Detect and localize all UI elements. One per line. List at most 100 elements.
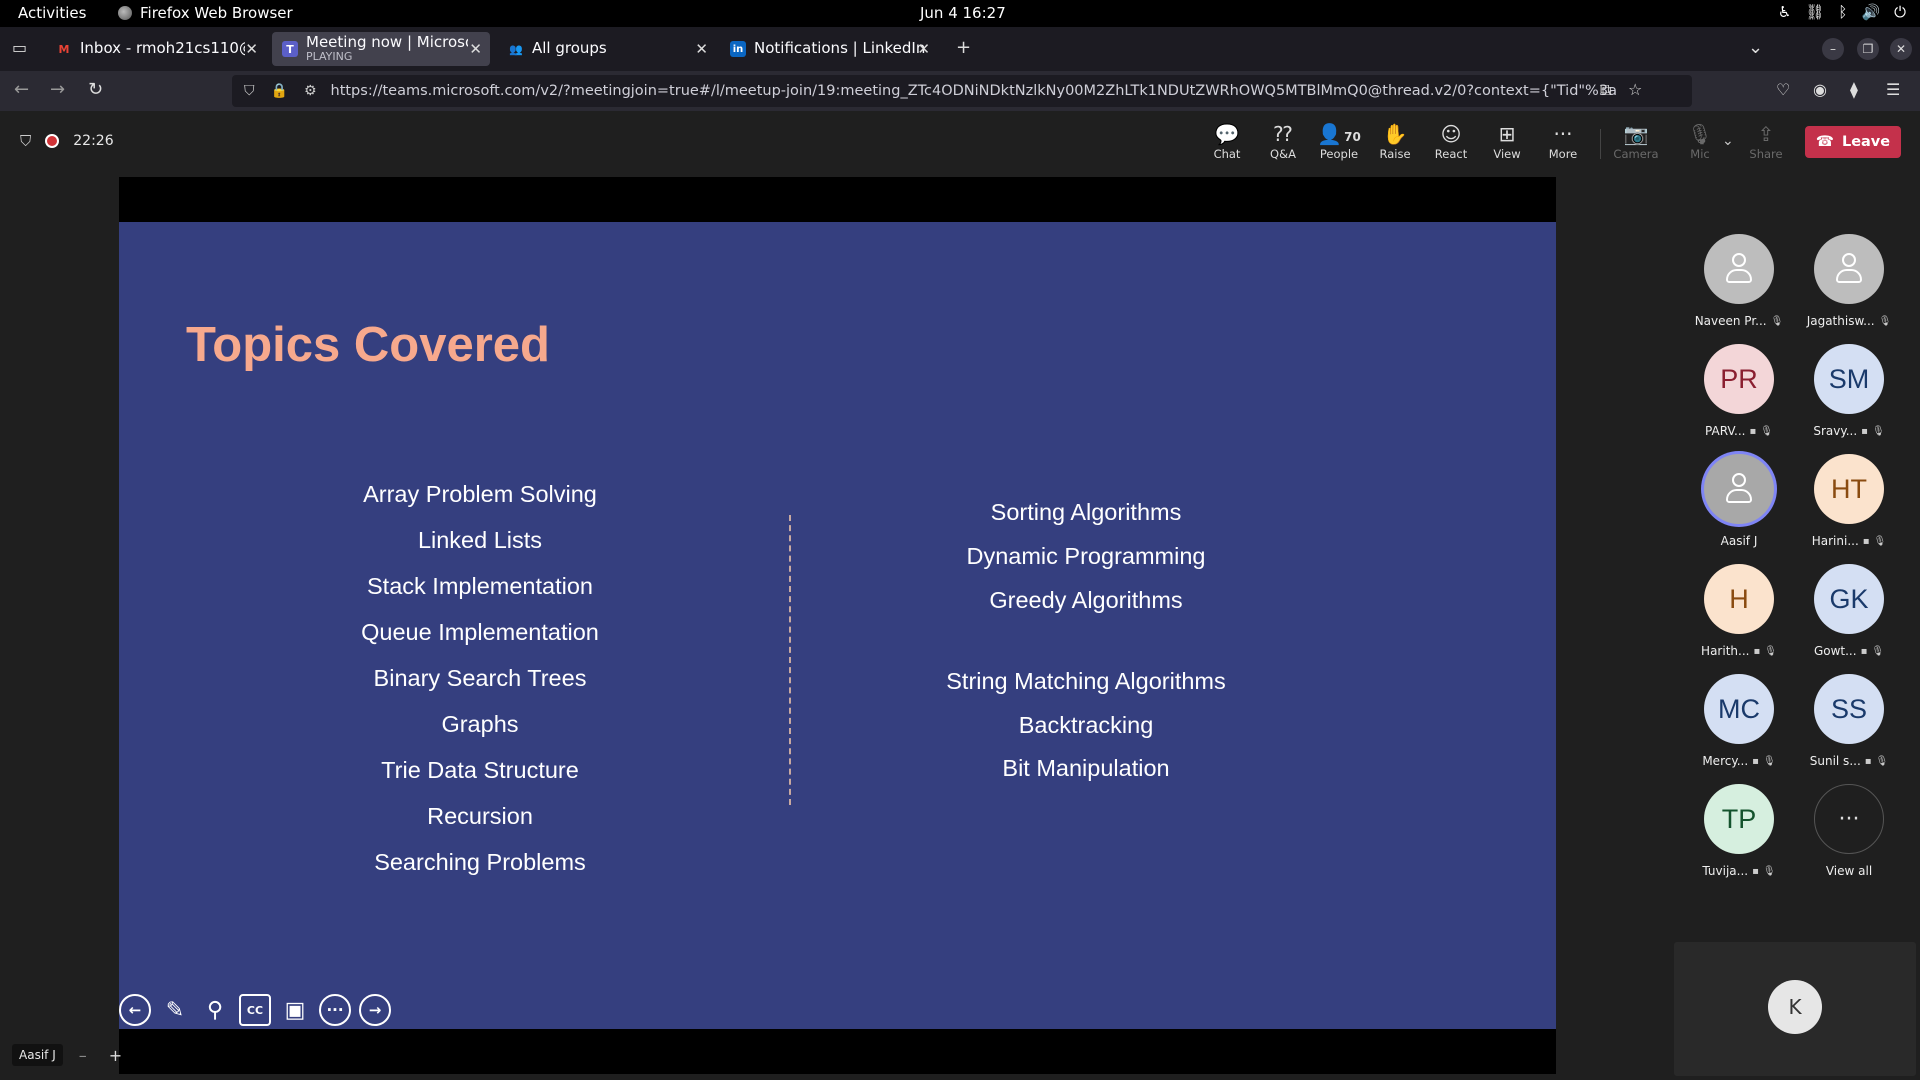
minimize-window-button[interactable]: – bbox=[1822, 38, 1844, 60]
mic-muted-icon: 🎙 bbox=[1878, 315, 1892, 327]
mic-options-chevron-icon[interactable]: ⌄ bbox=[1722, 133, 1734, 149]
accessibility-icon[interactable]: ♿ bbox=[1778, 3, 1791, 21]
mic-muted-icon: 🎙 bbox=[1871, 425, 1885, 437]
url-bar[interactable]: ⛉ 🔒 ⚙ https://teams.microsoft.com/v2/?me… bbox=[232, 75, 1692, 107]
react-button[interactable]: ☺ React bbox=[1425, 121, 1477, 161]
camera-off-icon: ▪ bbox=[1752, 755, 1759, 767]
participant-tile[interactable]: H Harith... ▪ 🎙 bbox=[1689, 564, 1789, 658]
app-menu-icon[interactable]: ☰ bbox=[1886, 80, 1900, 99]
people-button[interactable]: 👤 70 People bbox=[1313, 121, 1365, 161]
person-icon bbox=[1834, 251, 1864, 287]
participant-tile[interactable]: Naveen Pr... 🎙 bbox=[1689, 234, 1789, 328]
bookmark-star-icon[interactable]: ☆ bbox=[1628, 80, 1642, 99]
avatar: SM bbox=[1814, 344, 1884, 414]
participant-name: Harith... bbox=[1701, 644, 1750, 658]
participant-tile[interactable]: TP Tuvija... ▪ 🎙 bbox=[1689, 784, 1789, 878]
topic-item: Dynamic Programming bbox=[966, 543, 1206, 569]
system-tray[interactable]: ♿ ⛓ ᛒ 🔊 ⏻ bbox=[1778, 3, 1906, 21]
more-button[interactable]: ··· More bbox=[1537, 121, 1589, 161]
picture-in-picture-icon[interactable]: ⧉ bbox=[1600, 80, 1611, 100]
view-all-button[interactable]: ··· View all bbox=[1799, 784, 1899, 878]
restore-window-button[interactable]: ❐ bbox=[1857, 38, 1879, 60]
chat-button[interactable]: 💬 Chat bbox=[1201, 121, 1253, 161]
avatar: GK bbox=[1814, 564, 1884, 634]
power-icon[interactable]: ⏻ bbox=[1894, 3, 1906, 21]
reload-icon[interactable]: ↻ bbox=[88, 79, 103, 100]
share-button[interactable]: ⇪ Share bbox=[1740, 121, 1792, 161]
participant-tile[interactable]: PR PARV... ▪ 🎙 bbox=[1689, 344, 1789, 438]
presentation-slide: Topics Covered Array Problem Solving Lin… bbox=[119, 222, 1556, 1029]
close-tab-icon[interactable]: ✕ bbox=[695, 40, 708, 58]
presenter-bar: Aasif J – + bbox=[12, 1044, 128, 1066]
back-icon[interactable]: ← bbox=[14, 79, 29, 100]
next-slide-icon[interactable]: → bbox=[359, 994, 391, 1026]
participant-tile[interactable]: MC Mercy... ▪ 🎙 bbox=[1689, 674, 1789, 768]
activities-button[interactable]: Activities bbox=[18, 4, 86, 22]
tracking-shield-icon[interactable]: ⛉ bbox=[244, 83, 255, 99]
groups-icon: 👥 bbox=[509, 42, 523, 56]
previous-slide-icon[interactable]: ← bbox=[119, 994, 151, 1026]
qa-button[interactable]: ⁇ Q&A bbox=[1257, 121, 1309, 161]
pen-icon[interactable]: ✎ bbox=[159, 994, 191, 1026]
permissions-icon[interactable]: ⚙ bbox=[304, 83, 317, 99]
view-button[interactable]: ⊞ View bbox=[1481, 121, 1533, 161]
camera-button[interactable]: 📷 Camera bbox=[1610, 121, 1662, 161]
zoom-icon[interactable]: ⚲ bbox=[199, 994, 231, 1026]
security-shield-icon[interactable]: ⛉ bbox=[20, 132, 31, 150]
topic-item: Graphs bbox=[441, 711, 519, 737]
topic-item: String Matching Algorithms bbox=[946, 668, 1226, 694]
right-topic-list: Sorting Algorithms Dynamic Programming G… bbox=[916, 222, 1256, 922]
participant-name: Mercy... bbox=[1702, 754, 1749, 768]
participant-name: PARV... bbox=[1705, 424, 1746, 438]
tab-all-groups[interactable]: 👥 All groups ✕ bbox=[498, 32, 716, 66]
tab-linkedin[interactable]: in Notifications | LinkedIn ✕ bbox=[720, 32, 938, 66]
extensions-icon[interactable]: ⧫ bbox=[1850, 80, 1858, 99]
mic-button[interactable]: 🎙 Mic bbox=[1674, 121, 1726, 161]
lock-icon[interactable]: 🔒 bbox=[271, 83, 288, 99]
zoom-out-button[interactable]: – bbox=[73, 1046, 93, 1065]
mic-muted-icon: 🎙 bbox=[1762, 755, 1776, 767]
leave-button[interactable]: ☎ Leave bbox=[1805, 126, 1901, 158]
network-icon[interactable]: ⛓ bbox=[1805, 3, 1824, 21]
pocket-icon[interactable]: ♡ bbox=[1776, 80, 1790, 99]
system-clock[interactable]: Jun 4 16:27 bbox=[920, 4, 1006, 22]
raise-hand-button[interactable]: ✋ Raise bbox=[1369, 121, 1421, 161]
participant-name: Sravy... bbox=[1813, 424, 1858, 438]
account-icon[interactable]: ◉ bbox=[1813, 80, 1827, 99]
gmail-icon: M bbox=[58, 42, 70, 56]
participant-tile[interactable]: Aasif J bbox=[1689, 454, 1789, 548]
close-window-button[interactable]: ✕ bbox=[1890, 38, 1912, 60]
qa-icon: ⁇ bbox=[1273, 122, 1293, 146]
self-video-preview: K bbox=[1674, 942, 1916, 1076]
forward-icon[interactable]: → bbox=[50, 79, 65, 100]
participant-tile[interactable]: Jagathisw... 🎙 bbox=[1799, 234, 1899, 328]
video-off-icon[interactable]: ▣ bbox=[279, 994, 311, 1026]
list-all-tabs-icon[interactable]: ⌄ bbox=[1748, 37, 1763, 58]
mic-muted-icon: 🎙 bbox=[1873, 535, 1887, 547]
close-tab-icon[interactable]: ✕ bbox=[469, 40, 482, 58]
firefox-view-icon[interactable]: ▭ bbox=[12, 38, 27, 57]
participant-name: Tuvija... bbox=[1702, 864, 1749, 878]
url-text[interactable]: https://teams.microsoft.com/v2/?meetingj… bbox=[331, 83, 1617, 99]
camera-off-icon: ▪ bbox=[1861, 425, 1868, 437]
tab-teams-meeting[interactable]: T Meeting now | Microsoft PLAYING ✕ bbox=[272, 32, 490, 66]
app-menu[interactable]: Firefox Web Browser bbox=[118, 4, 293, 22]
tab-gmail[interactable]: M Inbox - rmoh21cs110@rm ✕ bbox=[46, 32, 266, 66]
view-all-label: View all bbox=[1825, 864, 1873, 878]
captions-icon[interactable]: CC bbox=[239, 994, 271, 1026]
close-tab-icon[interactable]: ✕ bbox=[245, 40, 258, 58]
bluetooth-icon[interactable]: ᛒ bbox=[1838, 3, 1847, 21]
participant-tile[interactable]: SS Sunil s... ▪ 🎙 bbox=[1799, 674, 1899, 768]
participant-tile[interactable]: GK Gowt... ▪ 🎙 bbox=[1799, 564, 1899, 658]
more-options-icon[interactable]: ··· bbox=[319, 994, 351, 1026]
camera-off-icon: ▪ bbox=[1752, 865, 1759, 877]
new-tab-button[interactable]: + bbox=[956, 37, 971, 58]
close-tab-icon[interactable]: ✕ bbox=[917, 40, 930, 58]
zoom-in-button[interactable]: + bbox=[103, 1046, 128, 1065]
camera-off-icon: 📷 bbox=[1623, 122, 1649, 146]
participant-name: Naveen Pr... bbox=[1694, 314, 1767, 328]
volume-icon[interactable]: 🔊 bbox=[1861, 3, 1880, 21]
participant-tile[interactable]: SM Sravy... ▪ 🎙 bbox=[1799, 344, 1899, 438]
camera-off-icon: ▪ bbox=[1860, 645, 1868, 657]
participant-tile[interactable]: HT Harini... ▪ 🎙 bbox=[1799, 454, 1899, 548]
